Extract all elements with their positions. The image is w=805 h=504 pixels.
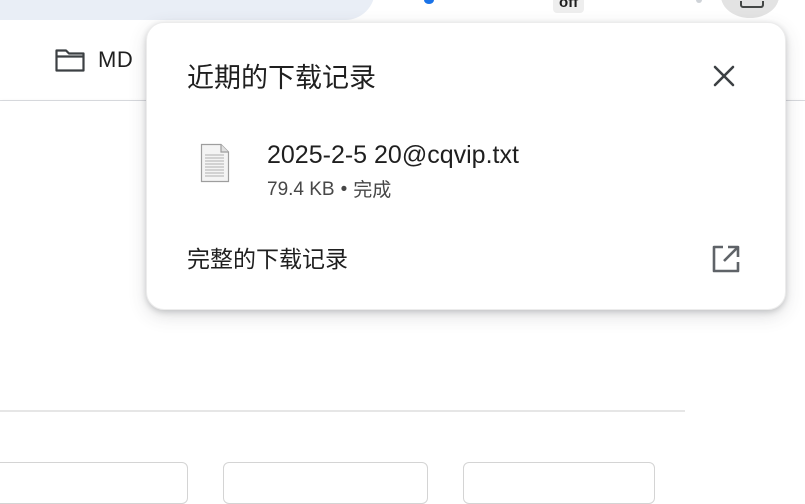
download-file-size: 79.4 KB [267,179,335,200]
page-card[interactable] [223,462,428,504]
downloads-button[interactable] [721,0,779,18]
extension-icon[interactable] [424,0,434,4]
download-status: 完成 [353,179,392,201]
download-file-name: 2025-2-5 20@cqvip.txt [267,141,519,169]
page-card[interactable] [463,462,655,504]
bubble-title: 近期的下载记录 [187,63,376,94]
bookmark-label: MD [98,47,134,72]
open-in-new-icon [712,245,740,273]
folder-icon [55,49,85,72]
omnibox[interactable] [0,0,375,20]
toolbar-indicator [696,0,702,3]
page-divider [0,410,685,412]
bookmark-folder-md[interactable]: MD [54,47,134,72]
close-button[interactable] [704,56,744,96]
download-tray-icon [740,1,764,8]
extension-badge[interactable]: off [553,0,585,13]
page-card[interactable] [0,462,188,504]
full-download-history-link[interactable]: 完整的下载记录 [147,233,787,287]
download-item[interactable]: 2025-2-5 20@cqvip.txt 79.4 KB • 完成 [147,131,787,211]
text-file-icon [200,143,230,183]
separator-dot: • [340,179,348,200]
full-history-label: 完整的下载记录 [187,247,348,273]
close-icon [713,65,735,87]
download-status-line: 79.4 KB • 完成 [267,177,391,203]
downloads-bubble: 近期的下载记录 2025-2-5 20@cqvip.txt 79.4 KB • … [146,22,786,310]
